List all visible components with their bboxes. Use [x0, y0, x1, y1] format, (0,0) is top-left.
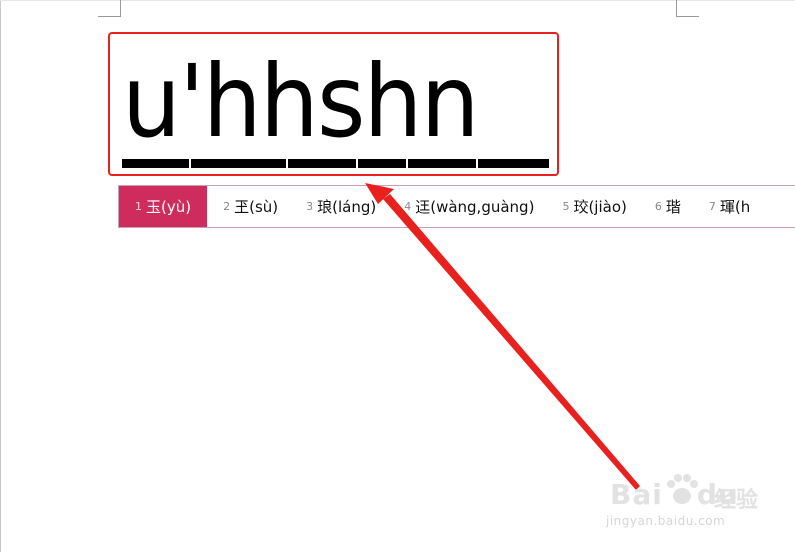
- candidate-text: 琅(láng): [317, 198, 377, 216]
- candidate-index: 5: [562, 200, 570, 213]
- candidate-text: 琿(h: [719, 198, 751, 216]
- top-right-margin-mark: [676, 0, 699, 17]
- candidate-2[interactable]: 2 玊(sù): [207, 186, 290, 227]
- candidate-index: 1: [135, 200, 142, 213]
- candidate-text: 玉(yù): [146, 198, 192, 216]
- watermark-product: 经验: [714, 488, 759, 513]
- watermark-url: jingyan.baidu.com: [606, 514, 726, 528]
- document-page: u'hhshn 1 玉(yù) 2 玊(sù) 3 琅(láng) 4 迋(wà…: [0, 0, 795, 552]
- candidate-index: 2: [223, 200, 231, 213]
- candidate-index: 6: [654, 200, 662, 213]
- candidate-index: 4: [404, 200, 412, 213]
- candidate-text: 瑎: [665, 198, 681, 216]
- paw-icon: [667, 474, 698, 504]
- baidu-jingyan-watermark: Bai du 经验 jingyan.baidu.com: [602, 470, 772, 540]
- candidate-6[interactable]: 6 瑎: [639, 186, 693, 227]
- candidate-index: 3: [306, 200, 314, 213]
- candidate-3[interactable]: 3 琅(láng): [290, 186, 388, 227]
- candidate-text: 迋(wàng,guàng): [415, 198, 535, 216]
- candidate-text: 玊(sù): [234, 198, 279, 216]
- candidate-5[interactable]: 5 珓(jiào): [546, 186, 638, 227]
- candidate-7[interactable]: 7 琿(h: [693, 186, 762, 227]
- candidate-index: 7: [708, 200, 716, 213]
- candidate-text: 珓(jiào): [573, 198, 627, 216]
- ime-candidate-bar: 1 玉(yù) 2 玊(sù) 3 琅(láng) 4 迋(wàng,guàng…: [118, 185, 795, 228]
- arrow-shaft: [383, 194, 640, 490]
- candidate-4[interactable]: 4 迋(wàng,guàng): [388, 186, 546, 227]
- page-left-edge: [0, 0, 1, 552]
- annotation-highlight-box: [108, 32, 559, 176]
- top-left-margin-mark: [98, 0, 121, 17]
- candidate-1[interactable]: 1 玉(yù): [119, 186, 208, 227]
